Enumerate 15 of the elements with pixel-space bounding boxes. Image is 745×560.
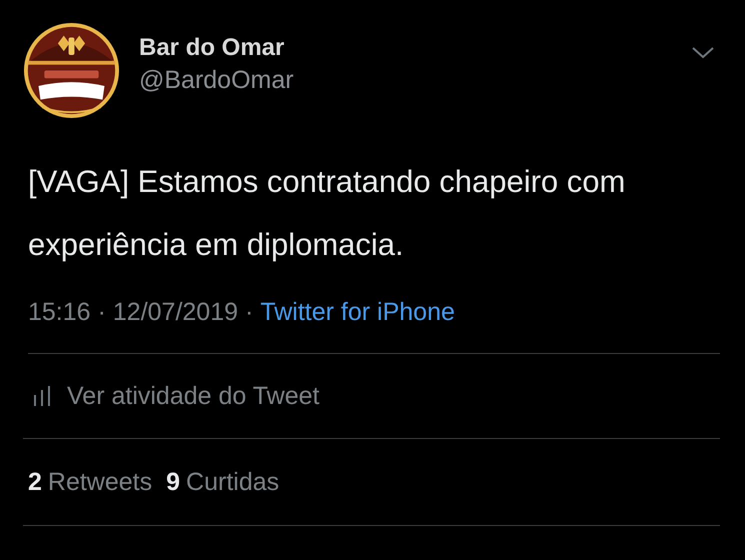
bar-chart-icon	[33, 386, 51, 406]
separator-dot: ·	[245, 298, 254, 327]
stat-count: 2	[28, 468, 42, 496]
stat-count: 9	[166, 468, 180, 496]
tweet-date: 12/07/2019	[112, 298, 238, 327]
tweet-text: [VAGA] Estamos contratando chapeiro com experiência em diplomacia.	[28, 163, 626, 264]
chevron-down-icon[interactable]	[691, 46, 715, 60]
tweet-time: 15:16	[28, 298, 91, 327]
stat-link[interactable]: Retweets	[48, 468, 152, 496]
source-link[interactable]: Twitter for iPhone	[260, 298, 455, 327]
stat-link[interactable]: Curtidas	[186, 468, 280, 496]
tweet-activity-link[interactable]: Ver atividade do Tweet	[67, 382, 320, 410]
author-name[interactable]: Bar do Omar	[139, 34, 294, 62]
author-handle[interactable]: @BardoOmar	[139, 66, 294, 95]
separator-dot: ·	[98, 298, 106, 327]
